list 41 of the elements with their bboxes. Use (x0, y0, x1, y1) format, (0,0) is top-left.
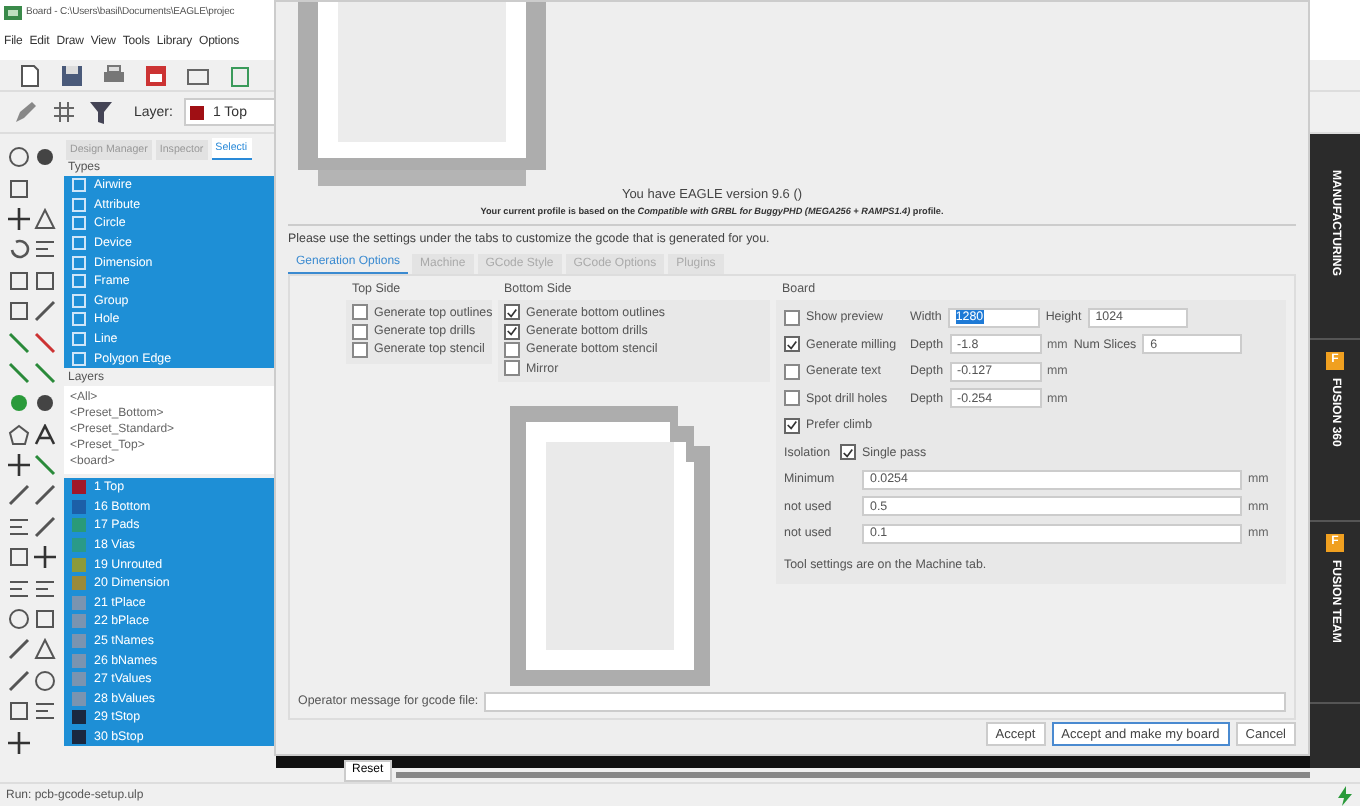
square-icon (72, 293, 86, 308)
square-icon (72, 197, 86, 212)
scrollbar[interactable] (395, 772, 1310, 778)
checkbox[interactable] (352, 341, 368, 358)
checkbox[interactable] (504, 360, 520, 377)
square-icon (72, 274, 86, 289)
lines-icon[interactable] (8, 515, 30, 538)
square-icon (72, 332, 86, 347)
align-icon[interactable] (34, 238, 56, 261)
input-field[interactable] (484, 691, 1286, 712)
checkbox[interactable] (784, 417, 800, 434)
board-icon (4, 3, 22, 21)
lightning-icon (1336, 785, 1354, 805)
checkbox[interactable] (784, 309, 800, 326)
checkbox[interactable] (352, 323, 368, 340)
move-icon[interactable] (8, 207, 30, 230)
square-icon (72, 351, 86, 366)
checkbox[interactable] (784, 390, 800, 407)
text-glyph-icon[interactable] (34, 423, 56, 446)
checkbox[interactable] (504, 323, 520, 340)
checkbox[interactable] (840, 444, 857, 461)
filter-icon[interactable] (88, 99, 114, 125)
square-icon (72, 312, 86, 327)
circle-icon[interactable] (8, 608, 30, 631)
checkbox[interactable] (352, 304, 368, 321)
checkbox[interactable] (784, 336, 800, 353)
save-icon[interactable] (60, 63, 84, 87)
square-icon (72, 216, 86, 231)
square-icon (72, 178, 86, 193)
polygon-icon[interactable] (8, 423, 30, 446)
line-icon[interactable] (34, 484, 56, 507)
print-icon[interactable] (102, 63, 126, 87)
checkbox[interactable] (504, 341, 520, 358)
pencil-icon[interactable] (12, 98, 40, 126)
square-icon (72, 236, 86, 251)
select-box-icon[interactable] (8, 177, 30, 200)
square-icon (72, 255, 86, 270)
checkbox[interactable] (504, 304, 520, 321)
checkbox[interactable] (784, 363, 800, 380)
add-icon[interactable] (34, 546, 56, 569)
rotate-icon[interactable] (8, 238, 30, 261)
